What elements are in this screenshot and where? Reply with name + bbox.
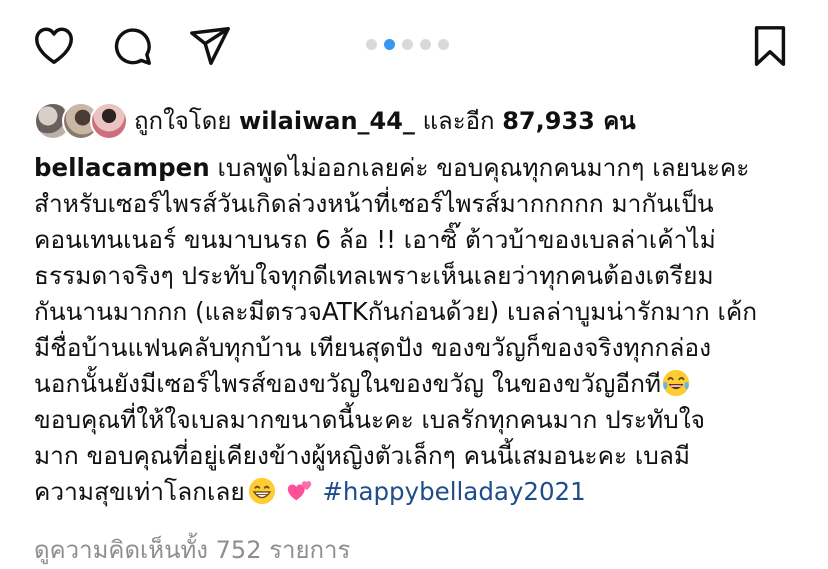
hashtag-link[interactable]: #happybelladay2021 [322, 477, 585, 506]
likes-count-link[interactable]: 87,933 คน [502, 107, 635, 135]
laughing-tears-emoji [662, 369, 690, 397]
carousel-dot [402, 39, 413, 50]
caption-text-line: คอนเทนเนอร์ ขนมาบนรถ 6 ล้อ !! เอาซิ๊ ต้า… [34, 225, 716, 254]
likes-connector: และอีก [422, 106, 495, 135]
caption-text-line: กันนานมากกก (และมีตรวจATKกันก่อนด้วย) เบ… [34, 297, 758, 326]
comment-button[interactable] [108, 22, 156, 70]
carousel-dot [438, 39, 449, 50]
caption-text-line: นอกนั้นยังมีเซอร์ไพรส์ของขวัญในของขวัญ ใ… [34, 369, 662, 398]
caption-text-line: ความสุขเท่าโลกเลย [34, 477, 245, 506]
avatar [90, 102, 128, 140]
grinning-emoji [248, 477, 275, 505]
caption-text-line: เบลพูดไม่ออกเลยค่ะ ขอบคุณทุกคนมากๆ เลยนะ… [209, 153, 750, 182]
caption-username-link[interactable]: bellacampen [34, 153, 210, 182]
liker-avatars[interactable] [34, 102, 128, 140]
share-button[interactable] [186, 22, 234, 70]
likes-row: ถูกใจโดย wilaiwan_44_ และอีก 87,933 คน [34, 100, 636, 140]
carousel-dot [366, 39, 377, 50]
post-action-bar [0, 0, 828, 95]
caption-text-line: ธรรมดาจริงๆ ประทับใจทุกดีเทลเพราะเห็นเลย… [34, 261, 714, 290]
likes-suffix: คน [603, 106, 636, 135]
two-hearts-emoji [287, 481, 311, 501]
heart-icon [35, 27, 73, 65]
save-button[interactable] [746, 22, 794, 70]
liker-username-link[interactable]: wilaiwan_44_ [239, 107, 415, 135]
likes-count: 87,933 [502, 106, 595, 135]
likes-summary: ถูกใจโดย wilaiwan_44_ และอีก 87,933 คน [134, 101, 636, 140]
caption-text-line: สำหรับเซอร์ไพรส์วันเกิดล่วงหน้าที่เซอร์ไ… [34, 189, 714, 218]
post-caption: bellacampen เบลพูดไม่ออกเลยค่ะ ขอบคุณทุก… [34, 150, 804, 510]
like-button[interactable] [30, 22, 78, 70]
carousel-dot-active [384, 39, 395, 50]
carousel-indicator [366, 39, 449, 50]
carousel-dot [420, 39, 431, 50]
view-all-comments-link[interactable]: ดูความคิดเห็นทั้ง 752 รายการ [34, 530, 350, 569]
likes-prefix: ถูกใจโดย [134, 106, 232, 135]
caption-text-line: มีชื่อบ้านแฟนคลับทุกบ้าน เทียนสุดปัง ของ… [34, 333, 712, 362]
caption-text-line: ขอบคุณที่ให้ใจเบลมากขนาดนี้นะคะ เบลรักทุ… [34, 405, 706, 434]
comment-icon [114, 28, 151, 65]
bookmark-icon [754, 26, 786, 66]
share-icon [190, 27, 230, 65]
caption-text-line: มาก ขอบคุณที่อยู่เคียงข้างผู้หญิงตัวเล็ก… [34, 441, 691, 470]
